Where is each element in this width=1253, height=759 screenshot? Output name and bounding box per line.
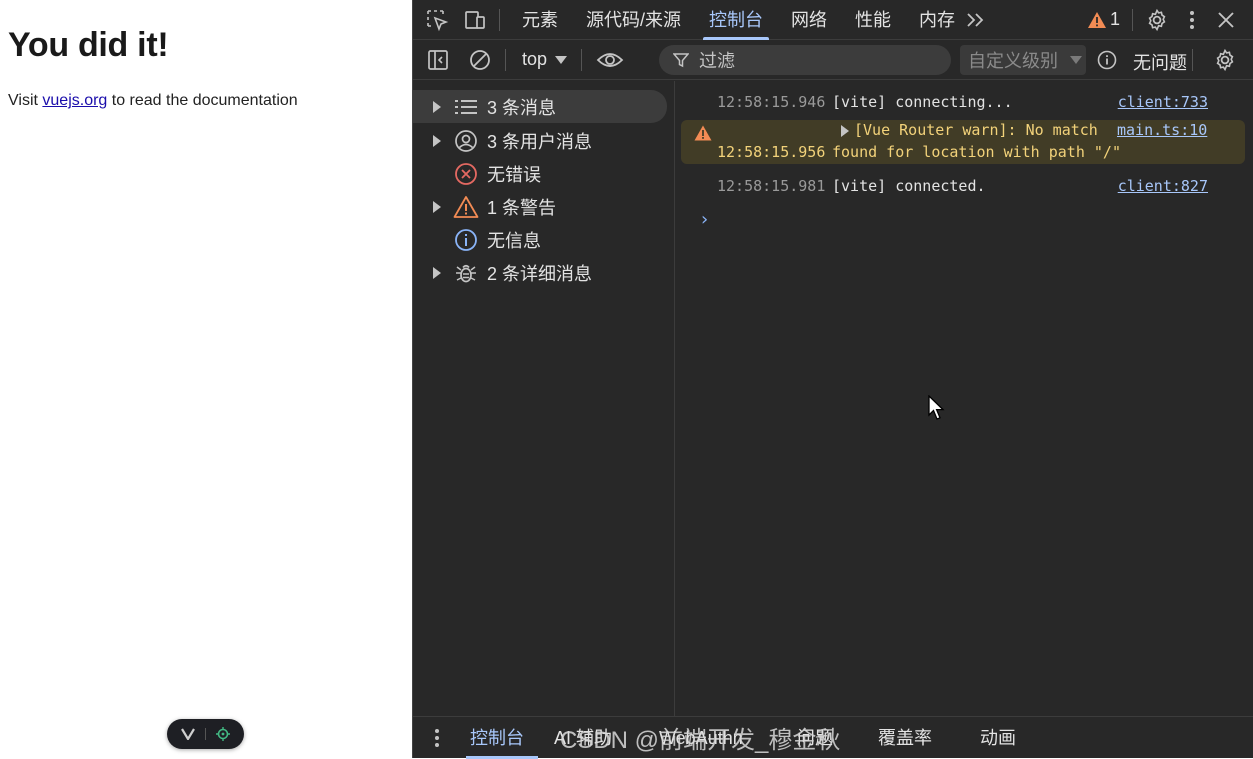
context-selector[interactable]: top (522, 49, 568, 70)
warning-text-line2: found for location with path "/" (832, 143, 1121, 161)
device-toggle-icon[interactable] (463, 8, 487, 32)
message-source-link[interactable]: client:733 (1118, 93, 1208, 111)
warning-count: 1 (1109, 9, 1120, 29)
expand-arrow-icon[interactable] (433, 134, 443, 147)
sidebar-item-label: 无信息 (487, 230, 541, 251)
error-icon (453, 161, 479, 187)
message-source-link[interactable]: main.ts:10 (1117, 121, 1207, 139)
log-level-dropdown[interactable]: 自定义级别 (960, 45, 1086, 75)
vue-logo-icon[interactable] (181, 728, 195, 740)
sidebar-item-label: 3 条用户消息 (487, 131, 593, 152)
bug-icon (453, 260, 479, 286)
clear-console-icon[interactable] (469, 49, 491, 71)
vuejs-link[interactable]: vuejs.org (42, 92, 107, 109)
sidebar-item-messages[interactable]: 3 条消息 (413, 90, 667, 123)
pill-divider (205, 728, 206, 740)
toolbar-divider (1192, 49, 1193, 71)
dropdown-caret-icon (555, 55, 568, 64)
sidebar-item-verbose[interactable]: 2 条详细消息 (413, 256, 667, 289)
expand-arrow-icon[interactable] (433, 266, 443, 279)
page-intro: Visit vuejs.org to read the documentatio… (8, 92, 298, 110)
expand-warning-arrow-icon[interactable] (841, 125, 849, 137)
close-icon[interactable] (1217, 11, 1235, 29)
toolbar-divider (499, 8, 500, 31)
console-message-log[interactable]: 12:58:15.946 [vite] connecting... client… (675, 93, 1245, 115)
vue-devtools-pill[interactable] (167, 719, 244, 749)
sidebar-item-info[interactable]: 无信息 (413, 223, 667, 256)
level-label: 自定义级别 (968, 51, 1058, 71)
sidebar-item-label: 1 条警告 (487, 197, 557, 218)
visit-text: Visit (8, 92, 43, 109)
component-inspector-icon[interactable] (216, 727, 230, 741)
console-sidebar: 3 条消息 3 条用户消息 无错误 1 条警告 无信息 2 条详细消息 (413, 81, 675, 716)
sidebar-item-label: 无错误 (487, 164, 541, 185)
csdn-watermark: CSDN @前端开发_穆金秋 (560, 727, 841, 754)
devtools-tabbar: 元素 源代码/来源 控制台 网络 性能 内存 1 (413, 0, 1253, 40)
intro-rest: to read the documentation (107, 92, 298, 109)
issues-info-icon[interactable] (1097, 50, 1117, 70)
drawer-tab-animations[interactable]: 动画 (980, 717, 1016, 759)
message-timestamp: 12:58:15.946 (717, 93, 826, 111)
sidebar-item-errors[interactable]: 无错误 (413, 157, 667, 190)
warning-icon (694, 125, 712, 141)
drawer-tab-console[interactable]: 控制台 (466, 717, 538, 759)
toolbar-divider (1132, 8, 1133, 31)
settings-gear-icon[interactable] (1145, 8, 1169, 32)
toolbar-divider (581, 48, 583, 71)
expand-arrow-icon[interactable] (433, 100, 443, 113)
inspect-element-icon[interactable] (425, 8, 449, 32)
console-message-warning[interactable]: [Vue Router warn]: No match 12:58:15.956… (681, 120, 1245, 164)
tab-console[interactable]: 控制台 (695, 0, 777, 40)
sidebar-item-label: 2 条详细消息 (487, 263, 593, 284)
sidebar-toggle-icon[interactable] (427, 49, 449, 71)
live-expression-eye-icon[interactable] (596, 50, 624, 70)
message-timestamp: 12:58:15.981 (717, 177, 826, 195)
drawer-menu-icon[interactable] (434, 728, 440, 748)
expand-arrow-icon[interactable] (433, 200, 443, 213)
warning-counter[interactable]: 1 (1087, 9, 1120, 30)
user-icon (453, 128, 479, 154)
warning-icon (453, 194, 479, 220)
info-icon (453, 227, 479, 253)
mouse-cursor-icon (928, 394, 946, 426)
tab-memory[interactable]: 内存 (905, 0, 969, 40)
sidebar-item-label: 3 条消息 (487, 97, 557, 118)
console-settings-gear-icon[interactable] (1213, 48, 1237, 72)
console-filter-input[interactable]: 过滤 (659, 45, 951, 75)
tab-elements[interactable]: 元素 (508, 0, 572, 40)
filter-funnel-icon (673, 52, 689, 68)
tab-sources[interactable]: 源代码/来源 (572, 0, 695, 40)
devtools-panel: 元素 源代码/来源 控制台 网络 性能 内存 1 top 过滤 自定义级别 无问… (412, 0, 1253, 759)
message-source-link[interactable]: client:827 (1118, 177, 1208, 195)
message-timestamp: 12:58:15.956 (717, 143, 826, 161)
console-prompt[interactable]: › (699, 209, 710, 230)
app-page: You did it! Visit vuejs.org to read the … (0, 0, 412, 758)
sidebar-item-warnings[interactable]: 1 条警告 (413, 190, 667, 223)
sidebar-item-user-messages[interactable]: 3 条用户消息 (413, 124, 667, 157)
console-messages: 12:58:15.946 [vite] connecting... client… (675, 81, 1253, 716)
context-label: top (522, 49, 548, 69)
level-caret-icon (1070, 56, 1082, 64)
message-text: [vite] connected. (832, 177, 986, 195)
page-heading: You did it! (8, 26, 169, 64)
warning-text-line1: [Vue Router warn]: No match (854, 121, 1098, 139)
drawer-tab-coverage[interactable]: 覆盖率 (878, 717, 932, 759)
more-options-icon[interactable] (1189, 10, 1195, 30)
console-message-log[interactable]: 12:58:15.981 [vite] connected. client:82… (675, 177, 1245, 199)
warning-icon (1087, 11, 1107, 29)
message-text: [vite] connecting... (832, 93, 1013, 111)
tab-performance[interactable]: 性能 (841, 0, 905, 40)
filter-placeholder: 过滤 (699, 51, 735, 71)
toolbar-divider (505, 48, 506, 71)
list-icon (453, 94, 479, 120)
tab-network[interactable]: 网络 (777, 0, 841, 40)
issues-label[interactable]: 无问题 (1133, 49, 1187, 75)
